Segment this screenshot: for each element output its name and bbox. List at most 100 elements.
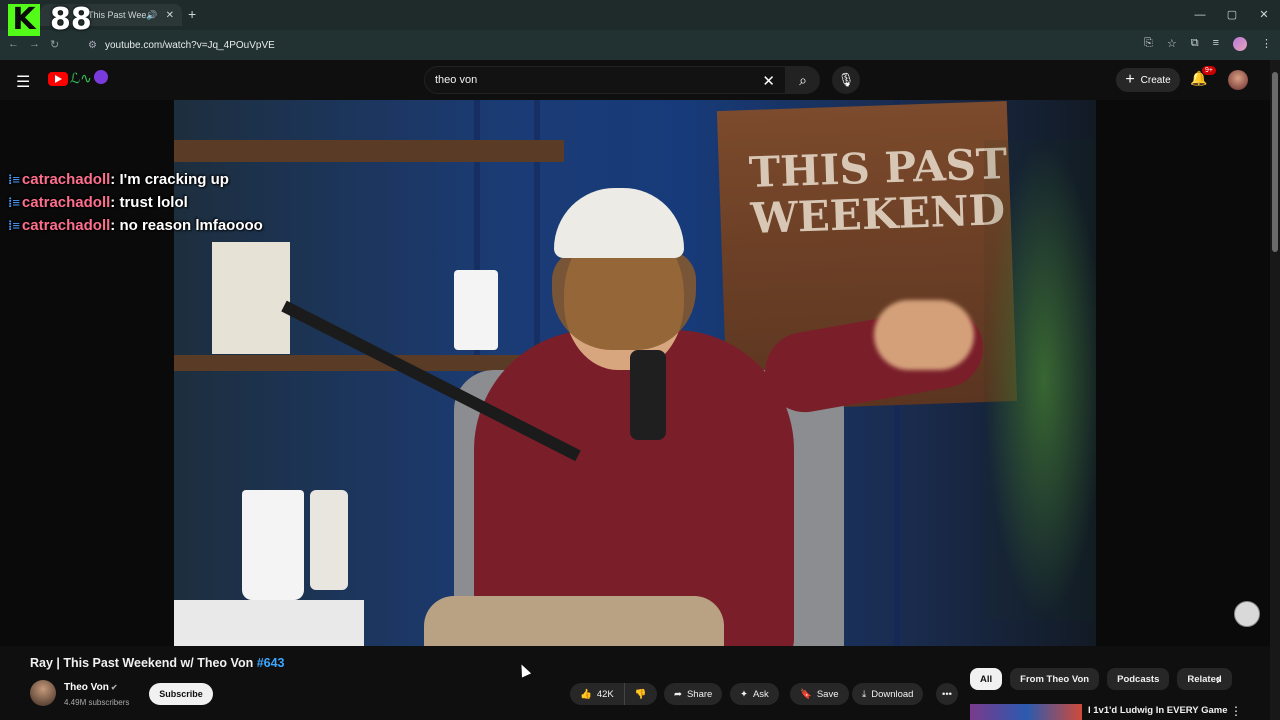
media-controls-icon[interactable]: ≡: [1213, 37, 1219, 51]
sonic-cup: [242, 490, 304, 600]
kebab-menu-icon[interactable]: ⋮: [1230, 704, 1242, 718]
chip-podcasts[interactable]: Podcasts: [1107, 668, 1170, 690]
download-button[interactable]: ⤓ Download: [852, 683, 924, 705]
doodle-badge-icon: [94, 70, 108, 84]
subscribe-button[interactable]: Subscribe: [149, 683, 213, 705]
restore-button[interactable]: ▢: [1216, 0, 1248, 30]
share-label: Share: [686, 688, 713, 700]
back-icon[interactable]: ←: [8, 38, 19, 51]
bookmark-star-icon[interactable]: ☆: [1167, 37, 1177, 51]
tab-title: This Past Weeke: [88, 10, 147, 20]
account-avatar[interactable]: [1228, 70, 1248, 90]
install-app-icon[interactable]: ⎘: [1144, 37, 1153, 51]
toolbar-icons: ⎘ ☆ ⧉ ≡ ⋮: [1144, 37, 1272, 51]
url-text: youtube.com/watch?v=Jq_4POuVpVE: [104, 39, 275, 51]
chat-badge-icon: ⁞≡: [8, 218, 20, 233]
save-button[interactable]: 🔖 Save: [790, 683, 849, 705]
share-icon: ➦: [674, 688, 682, 700]
recommendation-chips: All From Theo Von Podcasts Related: [970, 668, 1232, 690]
nav-buttons: ← → ↻: [8, 38, 59, 51]
thumbs-up-icon: 👍: [580, 688, 592, 700]
youtube-logo-icon[interactable]: [48, 72, 68, 86]
chip-all[interactable]: All: [970, 668, 1003, 690]
ask-label: Ask: [752, 688, 769, 700]
chat-badge-icon: ⁞≡: [8, 195, 20, 210]
hamburger-icon[interactable]: ☰: [16, 72, 30, 92]
search-button[interactable]: ⌕: [786, 66, 820, 94]
chip-from-channel[interactable]: From Theo Von: [1010, 668, 1100, 690]
browser-tab-bar: This Past Weeke 🔊 ✕ + — ▢ ✕: [0, 0, 1280, 30]
table: [174, 600, 364, 646]
minimize-button[interactable]: —: [1184, 0, 1216, 30]
chat-username: catrachadoll: [21, 194, 111, 211]
download-icon: ⤓: [862, 688, 867, 700]
host-pants: [424, 596, 724, 646]
shelf: [174, 140, 564, 162]
browser-menu-icon[interactable]: ⋮: [1261, 37, 1272, 51]
channel-name[interactable]: Theo Von ✔: [64, 682, 118, 693]
dislike-button[interactable]: 👎: [624, 683, 657, 705]
microphone: [630, 350, 666, 440]
search-icon: ⌕: [799, 72, 807, 88]
address-bar-row: ← → ↻ ⚙ youtube.com/watch?v=Jq_4POuVpVE …: [0, 30, 1280, 60]
floating-avatar-icon[interactable]: [1234, 601, 1260, 627]
search-input[interactable]: [435, 74, 755, 86]
host-cap: [554, 188, 684, 258]
doodle-icon[interactable]: ℒ∿: [70, 70, 92, 87]
tab-close-icon[interactable]: ✕: [166, 10, 174, 21]
window-controls: — ▢ ✕: [1184, 0, 1280, 30]
chat-username: catrachadoll: [21, 217, 111, 234]
download-label: Download: [871, 688, 914, 700]
create-button[interactable]: + Create: [1116, 68, 1180, 92]
like-button[interactable]: 👍 42K: [570, 683, 625, 705]
speaker-icon[interactable]: 🔊: [146, 10, 157, 21]
host-hair: [552, 250, 696, 350]
site-info-icon[interactable]: ⚙: [88, 40, 97, 51]
chip-related[interactable]: Related: [1177, 668, 1232, 690]
voice-search-button[interactable]: 🎙: [832, 66, 860, 94]
create-label: Create: [1140, 74, 1171, 86]
recommended-thumbnail[interactable]: [970, 704, 1082, 720]
extensions-icon[interactable]: ⧉: [1191, 37, 1199, 51]
plant: [984, 140, 1096, 620]
save-label: Save: [816, 688, 839, 700]
profile-icon[interactable]: [1233, 37, 1247, 51]
chat-username: catrachadoll: [21, 171, 111, 188]
episode-hashtag[interactable]: #643: [257, 656, 285, 670]
notification-badge: 9+: [1202, 66, 1216, 75]
kick-logo-icon: K: [8, 4, 40, 36]
ask-button[interactable]: ✦ Ask: [730, 683, 779, 705]
scrollbar-thumb[interactable]: [1272, 72, 1278, 252]
recommended-title[interactable]: I 1v1'd Ludwig In EVERY Game: [1088, 705, 1228, 716]
more-actions-button[interactable]: •••: [936, 683, 958, 705]
more-icon: •••: [942, 688, 952, 700]
forward-icon[interactable]: →: [29, 38, 40, 51]
book-cover: [212, 242, 290, 354]
reload-icon[interactable]: ↻: [50, 38, 59, 51]
overlay-counter: 88: [50, 2, 92, 37]
new-tab-icon[interactable]: +: [188, 6, 196, 22]
chat-text: trust lolol: [119, 194, 188, 211]
chat-overlay: ⁞≡ catrachadoll: I'm cracking up ⁞≡ catrac…: [8, 168, 263, 237]
cup: [454, 270, 498, 350]
search-box: ✕: [424, 66, 786, 94]
address-bar[interactable]: ⚙ youtube.com/watch?v=Jq_4POuVpVE: [82, 34, 1112, 56]
sparkle-icon: ✦: [740, 688, 748, 700]
sign-text: THIS PAST WEEKEND: [748, 139, 1008, 244]
video-title-text: Ray | This Past Weekend w/ Theo Von: [30, 656, 257, 670]
chat-text: no reason lmfaoooo: [119, 217, 263, 234]
like-count: 42K: [596, 688, 614, 700]
chat-badge-icon: ⁞≡: [8, 172, 20, 187]
chat-message: ⁞≡ catrachadoll: I'm cracking up: [8, 171, 229, 188]
page-scrollbar[interactable]: [1270, 60, 1280, 720]
video-frame[interactable]: THIS PAST WEEKEND: [174, 100, 1096, 646]
thumbs-down-icon: 👎: [634, 688, 647, 700]
channel-avatar[interactable]: [30, 680, 56, 706]
share-button[interactable]: ➦ Share: [664, 683, 723, 705]
close-window-button[interactable]: ✕: [1248, 0, 1280, 30]
like-dislike-group: 👍 42K 👎: [570, 683, 657, 705]
video-title: Ray | This Past Weekend w/ Theo Von #643: [30, 656, 285, 670]
chevron-right-icon[interactable]: ›: [1216, 671, 1221, 687]
channel-name-text: Theo Von: [64, 682, 109, 693]
clear-search-icon[interactable]: ✕: [762, 72, 775, 90]
